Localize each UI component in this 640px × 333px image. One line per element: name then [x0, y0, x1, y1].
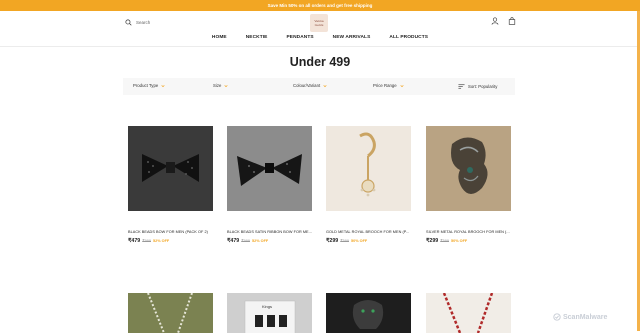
main-nav: HOME NECKTIE PENDANTS NEW ARRIVALS ALL P…: [0, 35, 640, 40]
product-image-satin-bow[interactable]: [227, 126, 312, 211]
nav-necktie[interactable]: NECKTIE: [246, 35, 268, 40]
filter-product-type-label: Product Type: [133, 83, 159, 88]
product-name[interactable]: BLACK BEADS SATIN RIBBON BOW FOR ME...: [227, 230, 312, 234]
chevron-down-icon: [400, 84, 404, 87]
filter-colour[interactable]: Colour/Variant: [293, 83, 327, 88]
product-mrp: ₹999: [241, 239, 250, 243]
product-card[interactable]: GOLD METAL ROYAL BROOCH FOR MEN (P... ₹2…: [326, 126, 411, 244]
product-name[interactable]: GOLD METAL ROYAL BROOCH FOR MEN (P...: [326, 230, 411, 234]
product-image-beaded-chain[interactable]: [426, 293, 511, 333]
nav-home[interactable]: HOME: [212, 35, 227, 40]
chevron-down-icon: [224, 84, 228, 87]
watermark: ScanMalware: [553, 313, 607, 321]
chevron-down-icon: [323, 84, 327, 87]
filter-size[interactable]: Size: [213, 83, 228, 88]
logo[interactable]: Vanna Gents: [310, 14, 328, 32]
page-title: Under 499: [289, 55, 351, 69]
site-header: Search Vanna Gents: [0, 11, 640, 47]
scanmalware-logo-icon: [553, 313, 561, 321]
search-box[interactable]: Search: [125, 19, 150, 26]
product-image-silver-brooch[interactable]: [426, 126, 511, 211]
product-discount: 50% OFF: [450, 239, 468, 243]
product-mrp: ₹599: [340, 239, 349, 243]
watermark-text: ScanMalware: [563, 313, 608, 321]
filter-size-label: Size: [213, 83, 222, 88]
search-input[interactable]: Search: [136, 20, 150, 25]
nav-pendants[interactable]: PENDANTS: [286, 35, 313, 40]
product-discount: 52% OFF: [251, 239, 269, 243]
filter-price-range-label: Price Range: [373, 83, 397, 88]
search-icon: [125, 19, 132, 26]
filter-price-range[interactable]: Price Range: [373, 83, 404, 88]
user-icon[interactable]: [491, 17, 499, 25]
nav-all-products[interactable]: ALL PRODUCTS: [389, 35, 428, 40]
logo-text: Vanna Gents: [314, 19, 324, 27]
product-image-bow-tie[interactable]: [128, 126, 213, 211]
filter-colour-label: Colour/Variant: [293, 83, 321, 88]
product-price: ₹299: [426, 238, 439, 244]
sort-label: Sort: Popularity: [468, 83, 498, 89]
sort-dropdown[interactable]: Sort: Popularity: [458, 83, 497, 90]
bag-icon[interactable]: [508, 17, 516, 25]
product-mrp: ₹599: [440, 239, 449, 243]
filter-product-type[interactable]: Product Type: [133, 83, 165, 88]
product-mrp: ₹999: [142, 239, 151, 243]
product-image-panther-brooch[interactable]: [326, 293, 411, 333]
product-price: ₹479: [227, 238, 240, 244]
nav-new-arrivals[interactable]: NEW ARRIVALS: [333, 35, 371, 40]
sort-icon: [458, 83, 465, 89]
announcement-bar: Save Min 50% on all orders and get free …: [0, 0, 640, 11]
product-price: ₹479: [128, 238, 141, 244]
product-image-gold-brooch[interactable]: [326, 126, 411, 211]
product-name[interactable]: BLACK BEADS BOW FOR MEN (PACK OF 2): [128, 230, 213, 234]
product-discount: 52% OFF: [152, 239, 170, 243]
filter-bar: Product Type Size Colour/Variant Price R…: [123, 78, 515, 95]
chevron-down-icon: [161, 84, 165, 87]
product-image-necklace[interactable]: [128, 293, 213, 333]
product-discount: 50% OFF: [350, 239, 368, 243]
product-card[interactable]: BLACK BEADS BOW FOR MEN (PACK OF 2) ₹479…: [128, 126, 213, 244]
product-name[interactable]: SILVER METAL ROYAL BROOCH FOR MEN (...: [426, 230, 511, 234]
box-brand-label: Kings: [262, 304, 273, 309]
product-card[interactable]: SILVER METAL ROYAL BROOCH FOR MEN (... ₹…: [426, 126, 511, 244]
nav-divider: [0, 45, 640, 47]
product-price: ₹299: [326, 238, 339, 244]
product-image-cufflinks-box[interactable]: Kings: [227, 293, 312, 333]
product-card[interactable]: BLACK BEADS SATIN RIBBON BOW FOR ME... ₹…: [227, 126, 312, 244]
